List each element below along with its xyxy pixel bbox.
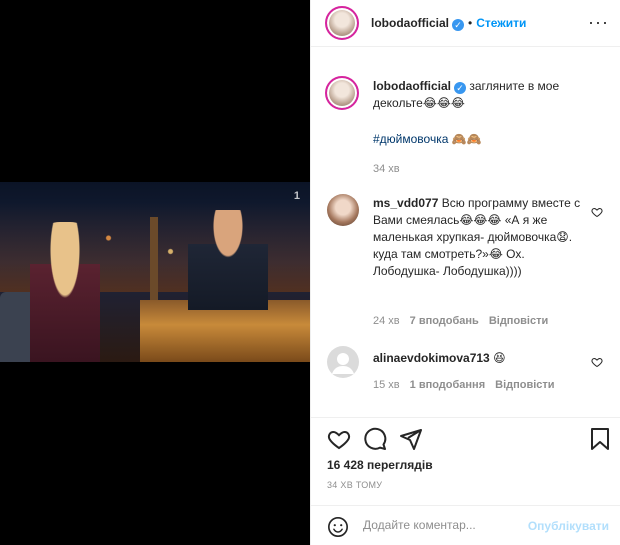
separator-dot: •: [468, 16, 473, 30]
post-actions: [311, 420, 620, 460]
heart-icon[interactable]: [327, 427, 351, 451]
more-options-icon[interactable]: ···: [588, 13, 609, 31]
comments-list[interactable]: lobodaofficial ✓ загляните в мое декольте…: [311, 48, 620, 418]
caption-author-avatar[interactable]: [325, 76, 359, 110]
caption: lobodaofficial ✓ загляните в мое декольте…: [373, 78, 605, 112]
comment-input[interactable]: [363, 518, 523, 532]
header-author-line: lobodaofficial ✓ • Стежити: [371, 16, 526, 31]
comment-likes[interactable]: 7 вподобань: [410, 315, 479, 327]
verified-badge-icon: ✓: [454, 82, 466, 94]
post-details-panel: lobodaofficial ✓ • Стежити ··· lobodaoffici…: [310, 0, 620, 545]
heart-small-icon[interactable]: [591, 356, 603, 368]
author-avatar[interactable]: [325, 6, 359, 40]
heart-small-icon[interactable]: [591, 206, 603, 218]
reply-button[interactable]: Відповісти: [495, 379, 554, 391]
comment-icon[interactable]: [363, 427, 387, 451]
video-host: [188, 210, 268, 310]
post-comment-button[interactable]: Опублікувати: [528, 519, 609, 533]
post-timestamp[interactable]: 34 ХВ ТОМУ: [327, 480, 382, 490]
commenter-avatar[interactable]: [327, 346, 359, 378]
comment-time: 15 хв: [373, 379, 400, 391]
view-count[interactable]: 16 428 переглядів: [327, 458, 433, 472]
caption-hashtag[interactable]: #дюймовочка 🙈🙈: [373, 132, 482, 146]
comment-item: ms_vdd077 Всю программу вместе с Вами см…: [373, 195, 583, 280]
post-header: lobodaofficial ✓ • Стежити ···: [311, 0, 620, 47]
channel-logo: 1: [293, 190, 300, 202]
caption-time: 34 хв: [373, 163, 400, 175]
comment-username[interactable]: alinaevdokimova713: [373, 351, 490, 365]
comment-likes[interactable]: 1 вподобання: [410, 379, 485, 391]
comment-item: alinaevdokimova713 😆: [373, 350, 583, 367]
comment-username[interactable]: ms_vdd077: [373, 196, 438, 210]
follow-button[interactable]: Стежити: [476, 16, 526, 30]
emoji-icon[interactable]: [327, 516, 349, 538]
caption-username[interactable]: lobodaofficial: [373, 79, 451, 93]
share-icon[interactable]: [399, 427, 423, 451]
comment-meta: 15 хв 1 вподобання Відповісти: [373, 379, 555, 391]
video-guest: [30, 222, 100, 362]
default-avatar-icon: [332, 353, 354, 374]
reply-button[interactable]: Відповісти: [489, 315, 548, 327]
comment-time: 24 хв: [373, 315, 400, 327]
author-username[interactable]: lobodaofficial: [371, 16, 449, 30]
add-comment-bar: Опублікувати: [311, 505, 620, 545]
post-media: 1: [0, 0, 310, 545]
video-tower: [150, 217, 158, 307]
video-player[interactable]: 1: [0, 182, 310, 362]
comment-text: 😆: [493, 351, 506, 365]
verified-badge-icon: ✓: [452, 19, 464, 31]
commenter-avatar[interactable]: [327, 194, 359, 226]
comment-meta: 24 хв 7 вподобань Відповісти: [373, 315, 548, 327]
bookmark-icon[interactable]: [589, 427, 611, 451]
